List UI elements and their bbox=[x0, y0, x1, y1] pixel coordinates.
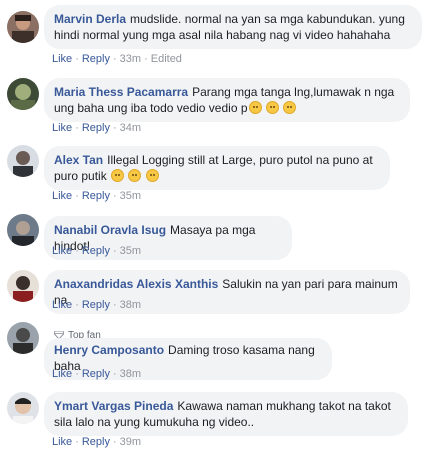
separator: · bbox=[144, 53, 148, 65]
comment-actions: Like · Reply · 35m bbox=[52, 189, 141, 203]
avatar[interactable] bbox=[7, 214, 39, 246]
separator: · bbox=[75, 368, 79, 380]
pensive-emoji-icon bbox=[111, 169, 125, 182]
reply-button[interactable]: Reply bbox=[82, 53, 110, 65]
separator: · bbox=[112, 299, 117, 311]
comment-bubble: Alex Tan Illegal Logging still at Large, … bbox=[44, 146, 390, 190]
timestamp[interactable]: 35m bbox=[120, 245, 141, 257]
separator: · bbox=[112, 368, 117, 380]
comment-actions: Like · Reply · 34m bbox=[52, 121, 141, 135]
commenter-name[interactable]: Henry Camposanto bbox=[54, 343, 164, 357]
pensive-emoji-icon bbox=[128, 169, 142, 182]
timestamp[interactable]: 39m bbox=[120, 436, 141, 448]
sad-emoji-icon bbox=[265, 101, 279, 114]
like-button[interactable]: Like bbox=[52, 122, 72, 134]
reply-button[interactable]: Reply bbox=[82, 122, 110, 134]
like-button[interactable]: Like bbox=[52, 53, 72, 65]
like-button[interactable]: Like bbox=[52, 190, 72, 202]
commenter-name[interactable]: Ymart Vargas Pineda bbox=[54, 399, 173, 413]
avatar[interactable] bbox=[7, 322, 39, 354]
commenter-name[interactable]: Nanabil Oravla Isug bbox=[54, 223, 166, 237]
commenter-name[interactable]: Anaxandridas Alexis Xanthis bbox=[54, 277, 218, 291]
comment-actions: Like · Reply · 38m bbox=[52, 367, 141, 381]
timestamp[interactable]: 38m bbox=[120, 299, 141, 311]
separator: · bbox=[75, 190, 79, 202]
comment-actions: Like · Reply · 33m · Edited bbox=[52, 52, 182, 66]
separator: · bbox=[112, 122, 117, 134]
reply-button[interactable]: Reply bbox=[82, 245, 110, 257]
reply-button[interactable]: Reply bbox=[82, 299, 110, 311]
pensive-emoji-icon bbox=[145, 169, 159, 182]
sad-emoji-icon bbox=[283, 101, 297, 114]
like-button[interactable]: Like bbox=[52, 245, 72, 257]
timestamp[interactable]: 34m bbox=[120, 122, 141, 134]
separator: · bbox=[75, 436, 79, 448]
like-button[interactable]: Like bbox=[52, 368, 72, 380]
reply-button[interactable]: Reply bbox=[82, 190, 110, 202]
timestamp[interactable]: 35m bbox=[120, 190, 141, 202]
like-button[interactable]: Like bbox=[52, 299, 72, 311]
timestamp[interactable]: 33m bbox=[120, 53, 141, 65]
reply-button[interactable]: Reply bbox=[82, 368, 110, 380]
comment-actions: Like · Reply · 39m bbox=[52, 435, 141, 449]
separator: · bbox=[75, 122, 79, 134]
comment-bubble: Marvin Derla mudslide. normal na yan sa m… bbox=[44, 5, 422, 49]
separator: · bbox=[112, 53, 117, 65]
avatar[interactable] bbox=[7, 270, 39, 302]
comment-bubble: Maria Thess Pacamarra Parang mga tanga ln… bbox=[44, 78, 410, 122]
separator: · bbox=[112, 245, 117, 257]
avatar[interactable] bbox=[7, 392, 39, 424]
comment-actions: Like · Reply · 35m bbox=[52, 244, 141, 258]
separator: · bbox=[112, 190, 117, 202]
commenter-name[interactable]: Maria Thess Pacamarra bbox=[54, 85, 188, 99]
avatar[interactable] bbox=[7, 145, 39, 177]
commenter-name[interactable]: Marvin Derla bbox=[54, 12, 126, 26]
avatar[interactable] bbox=[7, 11, 39, 43]
comment-bubble: Ymart Vargas Pineda Kawawa naman mukhang … bbox=[44, 392, 408, 436]
separator: · bbox=[112, 436, 117, 448]
timestamp[interactable]: 38m bbox=[120, 368, 141, 380]
comment-actions: Like · Reply · 38m bbox=[52, 298, 141, 312]
like-button[interactable]: Like bbox=[52, 436, 72, 448]
sad-emoji-icon bbox=[248, 101, 262, 114]
avatar[interactable] bbox=[7, 78, 39, 110]
separator: · bbox=[75, 53, 79, 65]
edited-label[interactable]: Edited bbox=[151, 53, 182, 65]
commenter-name[interactable]: Alex Tan bbox=[54, 153, 103, 167]
separator: · bbox=[75, 245, 79, 257]
separator: · bbox=[75, 299, 79, 311]
reply-button[interactable]: Reply bbox=[82, 436, 110, 448]
